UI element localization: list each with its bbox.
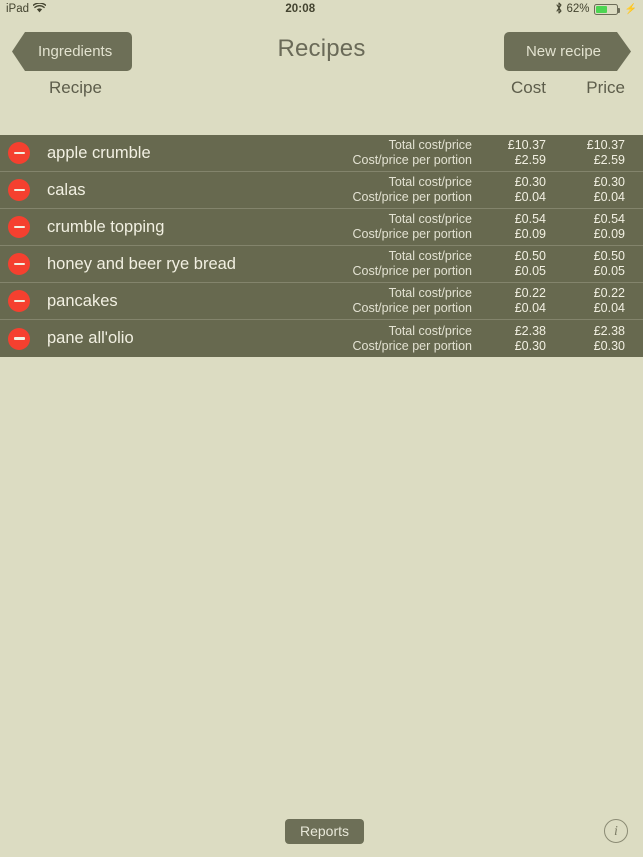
battery-percentage: 62% bbox=[566, 3, 590, 15]
info-icon[interactable]: i bbox=[604, 819, 628, 843]
total-price-value: £0.30 bbox=[593, 175, 625, 189]
navigation-bar: Ingredients Recipes New recipe bbox=[0, 18, 643, 75]
status-bar-right: 62% ⚡ bbox=[555, 1, 637, 17]
label-cost-price-per-portion: Cost/price per portion bbox=[352, 301, 472, 315]
minus-icon bbox=[13, 188, 25, 192]
portion-price-value: £2.59 bbox=[593, 153, 625, 167]
portion-price-value: £0.04 bbox=[593, 301, 625, 315]
total-price-value: £0.50 bbox=[593, 249, 625, 263]
column-header-price: Price bbox=[586, 78, 625, 97]
cost-values: £0.30 £0.04 bbox=[515, 175, 546, 205]
table-row[interactable]: apple crumble Total cost/price Cost/price … bbox=[0, 135, 643, 172]
bluetooth-icon bbox=[555, 1, 563, 17]
column-header-recipe: Recipe bbox=[49, 78, 102, 97]
portion-cost-value: £0.04 bbox=[514, 301, 546, 315]
status-bar-left: iPad bbox=[6, 1, 47, 16]
total-cost-value: £0.50 bbox=[514, 249, 546, 263]
recipe-name: calas bbox=[47, 180, 86, 199]
label-total-cost-price: Total cost/price bbox=[388, 286, 472, 300]
cost-values: £0.50 £0.05 bbox=[515, 249, 546, 279]
portion-cost-value: £2.59 bbox=[514, 153, 546, 167]
row-metric-labels: Total cost/price Cost/price per portion bbox=[352, 286, 472, 316]
recipe-name: honey and beer rye bread bbox=[47, 254, 236, 273]
bottom-toolbar: Reports i bbox=[0, 809, 643, 857]
minus-icon bbox=[13, 262, 25, 266]
label-cost-price-per-portion: Cost/price per portion bbox=[352, 338, 472, 353]
delete-row-button[interactable] bbox=[8, 253, 30, 275]
table-row[interactable]: crumble topping Total cost/price Cost/pric… bbox=[0, 209, 643, 246]
minus-icon bbox=[13, 337, 25, 340]
price-values: £0.50 £0.05 bbox=[594, 249, 625, 279]
delete-row-button[interactable] bbox=[8, 179, 30, 201]
portion-cost-value: £0.30 bbox=[514, 338, 546, 353]
cost-values: £0.22 £0.04 bbox=[515, 286, 546, 316]
reports-button[interactable]: Reports bbox=[285, 819, 365, 844]
table-row[interactable]: calas Total cost/price Cost/price per port… bbox=[0, 172, 643, 209]
recipe-name: pane all'olio bbox=[47, 329, 134, 347]
price-values: £10.37 £2.59 bbox=[587, 138, 625, 168]
total-cost-value: £0.54 bbox=[514, 212, 546, 226]
label-total-cost-price: Total cost/price bbox=[388, 138, 472, 152]
portion-cost-value: £0.09 bbox=[514, 227, 546, 241]
price-values: £0.22 £0.04 bbox=[594, 286, 625, 316]
delete-row-button[interactable] bbox=[8, 327, 30, 350]
minus-icon bbox=[13, 151, 25, 155]
recipe-name: pancakes bbox=[47, 291, 118, 310]
new-recipe-button[interactable]: New recipe bbox=[504, 32, 631, 71]
table-row[interactable]: pancakes Total cost/price Cost/price per p… bbox=[0, 283, 643, 320]
recipe-name: crumble topping bbox=[47, 217, 165, 236]
price-values: £0.30 £0.04 bbox=[594, 175, 625, 205]
recipe-list: apple crumble Total cost/price Cost/price … bbox=[0, 135, 643, 357]
delete-row-button[interactable] bbox=[8, 216, 30, 238]
table-row[interactable]: honey and beer rye bread Total cost/price… bbox=[0, 246, 643, 283]
row-metric-labels: Total cost/price Cost/price per portion bbox=[352, 212, 472, 242]
status-bar: iPad 20:08 62% ⚡ bbox=[0, 0, 643, 18]
total-cost-value: £2.38 bbox=[514, 323, 546, 338]
price-values: £0.54 £0.09 bbox=[594, 212, 625, 242]
row-metric-labels: Total cost/price Cost/price per portion bbox=[352, 138, 472, 168]
label-total-cost-price: Total cost/price bbox=[388, 175, 472, 189]
price-values: £2.38 £0.30 bbox=[594, 324, 625, 354]
total-price-value: £2.38 bbox=[593, 323, 625, 338]
column-headers: Recipe Cost Price bbox=[0, 78, 643, 108]
row-metric-labels: Total cost/price Cost/price per portion bbox=[352, 324, 472, 354]
total-price-value: £0.54 bbox=[593, 212, 625, 226]
portion-cost-value: £0.04 bbox=[514, 190, 546, 204]
total-price-value: £10.37 bbox=[586, 138, 625, 152]
battery-fill-level bbox=[595, 5, 608, 13]
portion-cost-value: £0.05 bbox=[514, 264, 546, 278]
portion-price-value: £0.09 bbox=[593, 227, 625, 241]
minus-icon bbox=[13, 299, 25, 303]
column-header-cost: Cost bbox=[511, 78, 546, 97]
label-cost-price-per-portion: Cost/price per portion bbox=[352, 190, 472, 204]
portion-price-value: £0.05 bbox=[593, 264, 625, 278]
wifi-icon bbox=[32, 1, 47, 16]
recipe-name: apple crumble bbox=[47, 143, 151, 162]
delete-row-button[interactable] bbox=[8, 142, 30, 164]
device-name: iPad bbox=[6, 3, 30, 15]
label-cost-price-per-portion: Cost/price per portion bbox=[352, 153, 472, 167]
row-metric-labels: Total cost/price Cost/price per portion bbox=[352, 175, 472, 205]
label-total-cost-price: Total cost/price bbox=[388, 212, 472, 226]
label-total-cost-price: Total cost/price bbox=[388, 249, 472, 263]
row-metric-labels: Total cost/price Cost/price per portion bbox=[352, 249, 472, 279]
status-bar-clock: 20:08 bbox=[285, 3, 316, 15]
total-price-value: £0.22 bbox=[593, 286, 625, 300]
delete-row-button[interactable] bbox=[8, 290, 30, 312]
portion-price-value: £0.30 bbox=[593, 338, 625, 353]
battery-icon bbox=[593, 3, 621, 15]
minus-icon bbox=[13, 225, 25, 229]
portion-price-value: £0.04 bbox=[593, 190, 625, 204]
total-cost-value: £0.22 bbox=[514, 286, 546, 300]
label-cost-price-per-portion: Cost/price per portion bbox=[352, 227, 472, 241]
cost-values: £10.37 £2.59 bbox=[508, 138, 546, 168]
label-cost-price-per-portion: Cost/price per portion bbox=[352, 264, 472, 278]
total-cost-value: £10.37 bbox=[507, 138, 546, 152]
cost-values: £2.38 £0.30 bbox=[515, 324, 546, 354]
cost-values: £0.54 £0.09 bbox=[515, 212, 546, 242]
charging-bolt-icon: ⚡ bbox=[624, 3, 637, 15]
table-row[interactable]: pane all'olio Total cost/price Cost/price … bbox=[0, 320, 643, 357]
label-total-cost-price: Total cost/price bbox=[388, 323, 472, 338]
total-cost-value: £0.30 bbox=[514, 175, 546, 189]
